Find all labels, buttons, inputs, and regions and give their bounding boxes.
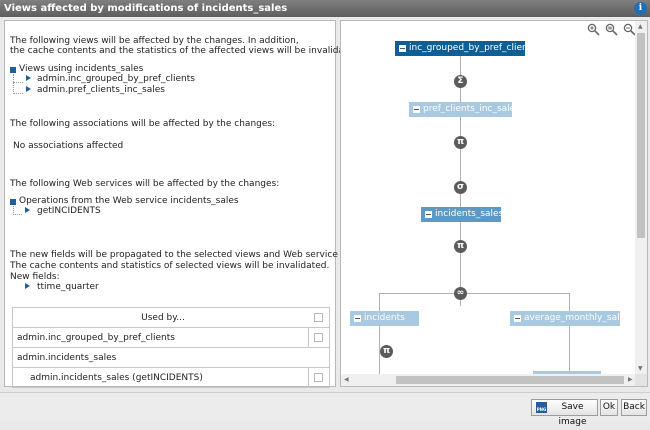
save-image-label: Save image: [558, 402, 587, 427]
table-row: admin.inc_grouped_by_pref_clients: [13, 328, 329, 348]
group-by-operator[interactable]: Σ: [454, 75, 467, 88]
tree-expand-icon[interactable]: [26, 75, 31, 81]
collapse-node-icon[interactable]: [425, 211, 432, 218]
graph-node-label: incidents_sales: [435, 209, 504, 219]
table-header-row: Used by...: [13, 308, 329, 328]
tree-expand-icon[interactable]: [25, 283, 30, 289]
tree-connector: [13, 82, 23, 83]
vertical-scrollbar[interactable]: ▲ ▼: [635, 21, 647, 375]
back-button[interactable]: Back: [621, 399, 647, 416]
horizontal-scrollbar[interactable]: ◀ ▶: [341, 374, 637, 386]
projection-operator[interactable]: π: [454, 136, 467, 149]
tree-group-icon: [10, 199, 16, 205]
new-fields-intro-line-2: The cache contents and statistics of sel…: [10, 261, 330, 271]
graph-node-label: incidents: [364, 313, 405, 323]
horizontal-scroll-thumb[interactable]: [396, 376, 624, 384]
row-checkbox[interactable]: [314, 373, 323, 382]
view-tree-graph-panel[interactable]: inc_grouped_by_pref_clients Σ pref_clien…: [340, 20, 648, 387]
tree-connector: [13, 74, 14, 94]
affected-view-item[interactable]: admin.pref_clients_inc_sales: [37, 85, 165, 96]
table-cell-view: admin.inc_grouped_by_pref_clients: [17, 333, 175, 343]
collapse-node-icon[interactable]: [413, 106, 420, 113]
join-operator[interactable]: ∞: [454, 287, 467, 300]
web-services-intro: The following Web services will be affec…: [10, 179, 280, 189]
graph-node-view[interactable]: average_monthly_sales: [510, 311, 630, 326]
table-cell-view: admin.incidents_sales: [17, 353, 117, 363]
collapse-node-icon[interactable]: [514, 315, 521, 322]
graph-node-label: pref_clients_inc_sales: [423, 104, 520, 114]
info-icon[interactable]: i: [634, 2, 647, 15]
ok-button[interactable]: Ok: [600, 399, 618, 416]
selection-operator[interactable]: σ: [454, 181, 467, 194]
tree-group-icon: [10, 67, 16, 73]
zoom-reset-icon[interactable]: [605, 23, 618, 36]
graph-node-view[interactable]: incidents_sales: [421, 207, 504, 222]
table-cell-operation: admin.incidents_sales (getINCIDENTS): [30, 373, 203, 383]
web-service-operation-item[interactable]: getINCIDENTS: [37, 206, 101, 217]
graph-edge: [379, 293, 380, 386]
collapse-node-icon[interactable]: [399, 45, 406, 52]
column-divider: [308, 368, 309, 387]
views-intro-line-2: the cache contents and the statistics of…: [10, 46, 362, 56]
tree-expand-icon[interactable]: [25, 207, 30, 213]
select-all-checkbox[interactable]: [314, 313, 323, 322]
impact-details-panel: The following views will be affected by …: [4, 20, 391, 388]
used-by-table: Used by... admin.inc_grouped_by_pref_cli…: [12, 307, 330, 388]
vertical-scroll-thumb[interactable]: [637, 33, 645, 238]
projection-operator[interactable]: π: [380, 345, 393, 358]
affected-view-item[interactable]: admin.inc_grouped_by_pref_clients: [37, 74, 195, 85]
png-file-icon: PNG: [536, 402, 547, 413]
dialog-title-bar: Views affected by modifications of incid…: [0, 0, 650, 17]
new-fields-intro-line-1: The new fields will be propagated to the…: [10, 250, 392, 260]
table-row: admin.incidents_sales: [13, 348, 329, 368]
scroll-down-icon[interactable]: ▼: [638, 365, 643, 373]
associations-intro: The following associations will be affec…: [10, 119, 276, 129]
graph-node-label: average_monthly_sales: [524, 313, 630, 323]
graph-node-view[interactable]: pref_clients_inc_sales: [409, 102, 520, 117]
graph-node-base-view[interactable]: incidents: [350, 311, 419, 326]
save-image-button[interactable]: PNG Save image: [531, 399, 598, 427]
graph-node-root-view[interactable]: inc_grouped_by_pref_clients: [395, 41, 536, 56]
row-checkbox[interactable]: [314, 333, 323, 342]
column-divider: [308, 328, 309, 347]
scrollbar-corner: [635, 374, 647, 386]
dialog-footer: PNG Save image Ok Back: [0, 392, 650, 427]
zoom-in-icon[interactable]: [587, 23, 600, 36]
tree-expand-icon[interactable]: [26, 86, 31, 92]
scroll-right-icon[interactable]: ▶: [628, 376, 633, 384]
dialog-title: Views affected by modifications of incid…: [4, 3, 288, 14]
collapse-node-icon[interactable]: [354, 315, 361, 322]
projection-operator[interactable]: π: [454, 240, 467, 253]
tree-connector: [13, 93, 23, 94]
graph-node-label: inc_grouped_by_pref_clients: [409, 43, 536, 53]
scroll-up-icon[interactable]: ▲: [638, 23, 643, 31]
new-field-item: ttime_quarter: [37, 282, 99, 292]
no-associations-text: No associations affected: [13, 141, 124, 151]
tree-connector: [13, 214, 22, 215]
table-row: admin.incidents_sales (getINCIDENTS): [13, 368, 329, 388]
scroll-left-icon[interactable]: ◀: [344, 376, 349, 384]
used-by-header: Used by...: [141, 313, 185, 323]
graph-edge: [379, 293, 569, 294]
